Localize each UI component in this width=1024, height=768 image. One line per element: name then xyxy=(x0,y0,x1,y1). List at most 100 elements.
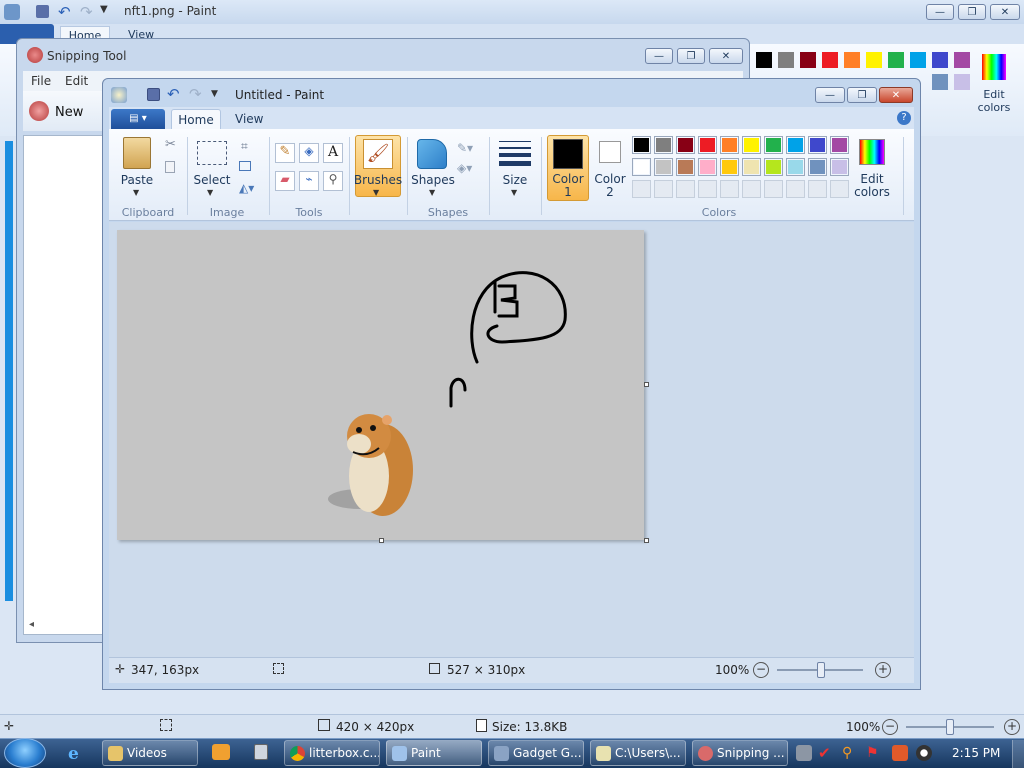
crop-icon[interactable]: ⌗ xyxy=(241,139,248,154)
maximize-button[interactable]: ❐ xyxy=(847,87,877,103)
shapes-dropdown-icon[interactable]: ▼ xyxy=(429,188,435,197)
paste-icon[interactable] xyxy=(123,137,151,169)
start-button[interactable] xyxy=(4,738,46,768)
palette-swatch[interactable] xyxy=(808,136,827,154)
palette-swatch[interactable] xyxy=(654,136,673,154)
back-edit-colors-label[interactable]: Edit colors xyxy=(972,88,1016,114)
pencil-icon[interactable]: ✎ xyxy=(275,143,295,163)
new-snip-icon[interactable] xyxy=(29,101,49,121)
ie-icon[interactable]: e xyxy=(68,744,79,764)
palette-swatch-empty[interactable] xyxy=(720,180,739,198)
palette-swatch[interactable] xyxy=(808,158,827,176)
tab-view[interactable]: View xyxy=(235,112,263,126)
zoom-in-icon[interactable]: + xyxy=(875,662,891,678)
resize-handle-bottom[interactable] xyxy=(379,538,384,543)
clock[interactable]: 2:15 PM xyxy=(952,746,1000,760)
select-button[interactable]: Select xyxy=(191,173,233,187)
palette-swatch-empty[interactable] xyxy=(632,180,651,198)
palette-swatch[interactable] xyxy=(786,136,805,154)
palette-swatch-empty[interactable] xyxy=(698,180,717,198)
edit-colors-icon[interactable] xyxy=(859,139,885,165)
palette-swatch[interactable] xyxy=(632,136,651,154)
paste-button[interactable]: Paste xyxy=(117,173,157,187)
zoom-slider-thumb[interactable] xyxy=(817,662,825,678)
maximize-button[interactable]: ❐ xyxy=(958,4,986,20)
tray-app2-icon[interactable] xyxy=(892,745,908,761)
color2-label[interactable]: Color 2 xyxy=(591,173,629,199)
quick-access-dropdown-icon[interactable]: ▼ xyxy=(211,89,218,99)
quick-access-dropdown-icon[interactable]: ▼ xyxy=(100,4,108,15)
calculator-icon[interactable] xyxy=(254,744,268,760)
select-dropdown-icon[interactable]: ▼ xyxy=(207,188,213,197)
undo-icon[interactable]: ↶ xyxy=(167,85,180,103)
palette-swatch[interactable] xyxy=(764,158,783,176)
palette-swatch-empty[interactable] xyxy=(654,180,673,198)
fill-icon[interactable]: ◈ xyxy=(299,143,319,163)
shapes-button[interactable]: Shapes xyxy=(409,173,457,187)
snipping-minimize-button[interactable]: — xyxy=(645,48,673,64)
color-picker-icon[interactable]: ⌁ xyxy=(299,171,319,191)
media-player-icon[interactable] xyxy=(212,744,230,760)
taskbar-item-gadget[interactable]: Gadget G... xyxy=(488,740,584,766)
palette-swatch[interactable] xyxy=(676,158,695,176)
palette-swatch-empty[interactable] xyxy=(742,180,761,198)
snipping-maximize-button[interactable]: ❐ xyxy=(677,48,705,64)
color2-swatch[interactable] xyxy=(599,141,621,163)
minimize-button[interactable]: — xyxy=(815,87,845,103)
eraser-icon[interactable]: ▰ xyxy=(275,171,295,191)
magnifier-icon[interactable]: ⚲ xyxy=(323,171,343,191)
back-edit-colors-icon[interactable] xyxy=(982,54,1006,80)
help-icon[interactable]: ? xyxy=(897,111,911,125)
palette-swatch-empty[interactable] xyxy=(786,180,805,198)
show-desktop-button[interactable] xyxy=(1012,740,1024,768)
resize-handle-right[interactable] xyxy=(644,382,649,387)
cut-icon[interactable]: ✂ xyxy=(165,137,176,152)
redo-icon[interactable]: ↷ xyxy=(80,3,93,21)
zoom-out-icon[interactable]: − xyxy=(882,719,898,735)
palette-swatch[interactable] xyxy=(698,136,717,154)
snipping-close-button[interactable]: ✕ xyxy=(709,48,743,64)
menu-file[interactable]: File xyxy=(31,74,51,88)
app-menu-button[interactable]: ▤ ▾ xyxy=(111,109,165,129)
palette-swatch[interactable] xyxy=(720,136,739,154)
palette-swatch[interactable] xyxy=(830,158,849,176)
palette-swatch[interactable] xyxy=(654,158,673,176)
close-button[interactable]: ✕ xyxy=(990,4,1020,20)
color1-label[interactable]: Color 1 xyxy=(547,173,589,199)
shapes-icon[interactable] xyxy=(417,139,447,169)
fill-shape-icon[interactable]: ◈▾ xyxy=(457,161,472,175)
palette-swatch-empty[interactable] xyxy=(764,180,783,198)
copy-icon[interactable] xyxy=(165,161,175,173)
tray-app3-icon[interactable] xyxy=(916,745,932,761)
snipping-scroll-left-icon[interactable]: ◂ xyxy=(29,619,34,630)
palette-swatch[interactable] xyxy=(720,158,739,176)
brushes-label[interactable]: Brushes xyxy=(353,173,403,187)
palette-swatch[interactable] xyxy=(698,158,717,176)
palette-swatch[interactable] xyxy=(786,158,805,176)
palette-swatch[interactable] xyxy=(764,136,783,154)
taskbar-item-paint[interactable]: Paint xyxy=(386,740,482,766)
tray-check-icon[interactable]: ✔ xyxy=(818,745,834,761)
brushes-dropdown-icon[interactable]: ▼ xyxy=(373,188,379,197)
palette-swatch[interactable] xyxy=(676,136,695,154)
resize-handle-corner[interactable] xyxy=(644,538,649,543)
taskbar-item-snipping[interactable]: Snipping ... xyxy=(692,740,788,766)
undo-icon[interactable]: ↶ xyxy=(58,3,71,21)
save-icon[interactable] xyxy=(147,88,160,101)
size-icon[interactable] xyxy=(499,139,531,167)
close-button[interactable]: ✕ xyxy=(879,87,913,103)
size-button[interactable]: Size xyxy=(495,173,535,187)
taskbar-item-browser[interactable]: litterbox.c... xyxy=(284,740,380,766)
palette-swatch[interactable] xyxy=(632,158,651,176)
taskbar-item-explorer[interactable]: C:\Users\... xyxy=(590,740,686,766)
paste-dropdown-icon[interactable]: ▼ xyxy=(133,188,139,197)
tray-flag-icon[interactable]: ⚑ xyxy=(866,745,882,761)
zoom-in-icon[interactable]: + xyxy=(1004,719,1020,735)
size-dropdown-icon[interactable]: ▼ xyxy=(511,188,517,197)
redo-icon[interactable]: ↷ xyxy=(189,85,202,103)
resize-icon[interactable] xyxy=(239,161,251,171)
tray-app-icon[interactable] xyxy=(796,745,812,761)
taskbar-item-videos[interactable]: Videos xyxy=(102,740,198,766)
tray-search-icon[interactable]: ⚲ xyxy=(842,745,858,761)
tab-home[interactable]: Home xyxy=(171,109,221,129)
